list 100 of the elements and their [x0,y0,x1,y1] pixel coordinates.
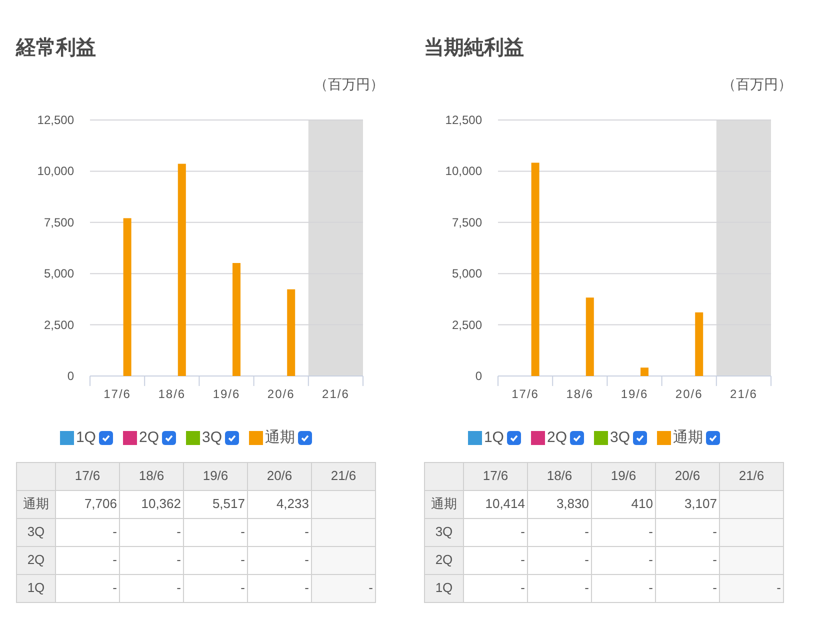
legend-label: 1Q [484,428,504,448]
table-cell: 10,362 [120,490,184,518]
row-header: 通期 [424,490,464,518]
table-cell [312,518,376,546]
row-header: 2Q [424,546,464,574]
check-icon [227,433,238,444]
table-cell: - [656,546,720,574]
row-header: 3Q [16,518,56,546]
table-cell: - [592,518,656,546]
axis-label: 0 [67,369,74,383]
axis-label: 20/6 [267,387,295,401]
table-cell: 3,107 [656,490,720,518]
table-cell: - [184,546,248,574]
table-cell: 5,517 [184,490,248,518]
header-cell: 17/6 [464,462,528,490]
table-cell [720,490,784,518]
table-cell: - [248,546,312,574]
axis-label: 0 [475,369,482,383]
table-cell: - [248,574,312,602]
legend-checkbox[interactable] [98,431,113,446]
table-cell: - [464,574,528,602]
header-cell: 18/6 [120,462,184,490]
legend-label: 通期 [265,428,296,448]
header-cell: 17/6 [56,462,120,490]
table-cell: - [656,574,720,602]
axis-label: 19/6 [620,387,648,401]
table-cell: - [464,546,528,574]
table-cell: - [592,574,656,602]
axis-label: 21/6 [322,387,350,401]
check-icon [164,433,174,444]
axis-label: 17/6 [512,387,539,401]
unit-label: （百万円） [722,75,792,94]
axis-label: 20/6 [675,387,703,401]
table-cell: - [312,574,376,602]
table-cell: - [720,574,784,602]
table-cell: - [184,574,248,602]
axis-label: 5,000 [452,266,482,281]
header-cell: 19/6 [592,462,656,490]
table-cell: 4,233 [248,490,312,518]
axis-label: 7,500 [452,215,482,230]
table-cell: 410 [592,490,656,518]
table-cell: - [528,546,592,574]
table-cell: 10,414 [464,490,528,518]
axis-label: 7,500 [44,215,74,230]
header-cell: 18/6 [528,462,592,490]
row-header: 3Q [424,518,464,546]
check-icon [100,433,111,444]
header-cell [16,462,56,490]
header-cell: 20/6 [656,462,720,490]
axis-label: 12,500 [445,113,482,127]
table-cell [720,546,784,574]
table-cell: - [184,518,248,546]
section-title: 当期純利益 [424,36,525,61]
bar [695,312,704,376]
legend-checkbox[interactable] [706,431,720,446]
table-cell: - [528,518,592,546]
check-icon [508,433,519,444]
table-cell [312,546,376,574]
check-icon [708,433,718,444]
section-title: 経常利益 [16,36,97,61]
table-cell: - [528,574,592,602]
row-header: 通期 [16,490,56,518]
check-icon [635,433,646,444]
header-cell: 20/6 [248,462,312,490]
table-cell: - [120,574,184,602]
axis-label: 10,000 [445,164,482,178]
axis-label: 2,500 [452,318,482,332]
table-cell: - [120,518,184,546]
table-cell: - [592,546,656,574]
legend-label: 3Q [202,428,222,448]
table-cell: - [120,546,184,574]
bar [640,368,648,376]
legend-label: 2Q [546,428,567,448]
table-cell: - [56,546,120,574]
axis-label: 18/6 [566,387,594,401]
row-header: 1Q [424,574,464,602]
table-cell [312,490,376,518]
table-cell: - [464,518,528,546]
check-icon [300,433,310,444]
header-cell: 19/6 [184,462,248,490]
legend-checkbox[interactable] [633,431,648,446]
table-cell: - [56,574,120,602]
axis-label: 12,500 [37,113,74,127]
row-header: 1Q [16,574,56,602]
header-cell: 21/6 [720,462,784,490]
table-cell: - [248,518,312,546]
legend-label: 3Q [610,428,630,448]
table-cell: - [656,518,720,546]
table-cell: - [56,518,120,546]
axis-label: 19/6 [212,387,240,401]
legend-checkbox[interactable] [506,431,521,446]
axis-label: 2,500 [44,318,74,332]
legend-checkbox[interactable] [162,431,176,446]
legend-checkbox[interactable] [570,431,584,446]
legend-checkbox[interactable] [225,431,240,446]
axis-label: 18/6 [158,387,186,401]
check-icon [572,433,582,444]
table-cell: 7,706 [56,490,120,518]
legend-checkbox[interactable] [298,431,312,446]
table-cell [720,518,784,546]
